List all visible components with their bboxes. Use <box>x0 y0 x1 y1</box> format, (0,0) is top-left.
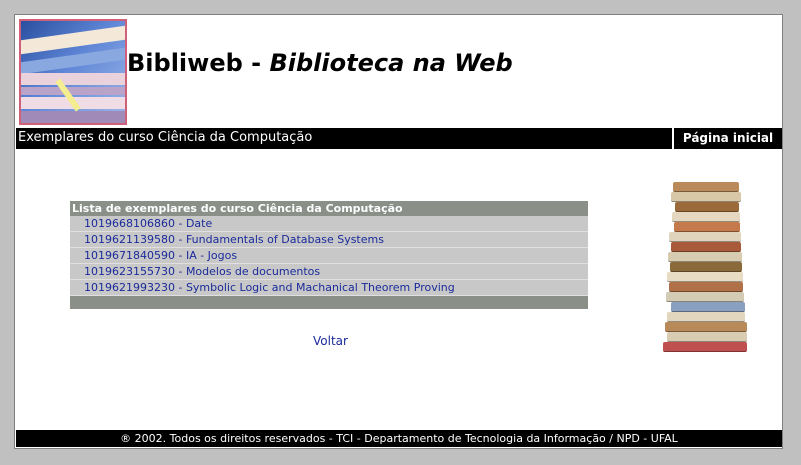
list-item[interactable]: 1019621993230 - Symbolic Logic and Macha… <box>70 280 588 296</box>
back-link[interactable]: Voltar <box>313 334 348 348</box>
list-footer <box>70 296 588 309</box>
nav-bar: Exemplares do curso Ciência da Computaçã… <box>16 128 782 149</box>
footer: ® 2002. Todos os direitos reservados - T… <box>16 430 782 447</box>
book-stack-image <box>663 180 753 352</box>
home-page-link[interactable]: Página inicial <box>672 128 782 149</box>
page-frame: Bibliweb - Biblioteca na Web Exemplares … <box>14 14 783 449</box>
site-title: Bibliweb - Biblioteca na Web <box>127 49 513 77</box>
list-item[interactable]: 1019623155730 - Modelos de documentos <box>70 264 588 280</box>
site-title-main: Bibliweb - <box>127 49 270 77</box>
list-item[interactable]: 1019671840590 - IA - Jogos <box>70 248 588 264</box>
list-item[interactable]: 1019621139580 - Fundamentals of Database… <box>70 232 588 248</box>
site-title-subtitle: Biblioteca na Web <box>269 49 513 77</box>
copies-list: Lista de exemplares do curso Ciência da … <box>70 201 588 309</box>
list-header: Lista de exemplares do curso Ciência da … <box>70 201 588 216</box>
books-logo-image <box>19 19 127 125</box>
list-item[interactable]: 1019668106860 - Date <box>70 216 588 232</box>
page-heading: Exemplares do curso Ciência da Computaçã… <box>18 130 313 145</box>
